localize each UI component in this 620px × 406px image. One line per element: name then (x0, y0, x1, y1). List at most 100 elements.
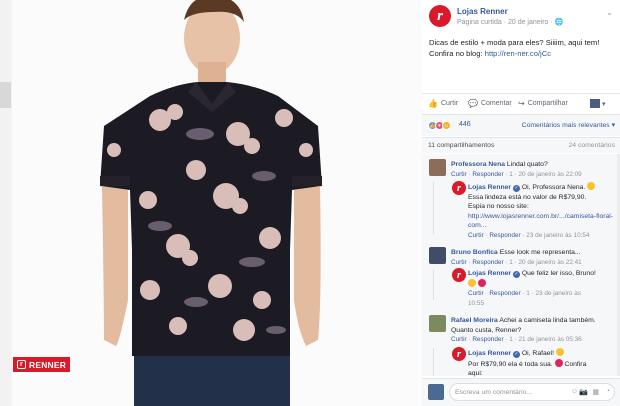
post-header: r Lojas Renner Página curtida · 20 de ja… (429, 4, 615, 30)
verified-badge-icon: ✓ (512, 185, 520, 192)
gif-icon[interactable]: ▦ (592, 388, 599, 396)
comment-author[interactable]: Professora Nena (451, 161, 505, 168)
comment-sort-dropdown[interactable]: Comentários mais relevantes ▾ (522, 121, 615, 129)
comment-meta: Curtir · Responder · 23 de janeiro às 10… (468, 231, 590, 239)
comment-input-wrapper[interactable]: ☺ 📷 ▦ ◔ (449, 383, 615, 401)
comment-reply-link[interactable]: Responder (472, 259, 503, 266)
comment-link[interactable]: http://www.lojasrenner.com.br/.../camise… (468, 213, 613, 230)
shares-count[interactable]: 11 compartilhamentos (428, 142, 494, 149)
comment-author[interactable]: Bruno Bonfica (451, 249, 498, 256)
thread-line (433, 348, 434, 376)
comment-reply-link[interactable]: Responder (489, 290, 520, 297)
comment-author[interactable]: Lojas Renner (468, 184, 511, 191)
comment: Professora Nena Lindal quato? Curtir · R… (429, 159, 615, 179)
caret-down-icon: ▾ (611, 122, 615, 129)
avatar (590, 99, 600, 108)
heart-emoji-icon (477, 278, 486, 287)
emoji-icon[interactable]: ☺ (571, 388, 578, 395)
post-text: Dicas de estilo + moda para eles? Siiiim… (429, 37, 615, 59)
avatar[interactable] (429, 315, 446, 332)
avatar[interactable]: r (452, 347, 466, 361)
comment-text: Quanto custa, Renner? (451, 326, 522, 334)
comment-text: Oi, Rafael! (521, 350, 554, 357)
comment-text: aqui: (468, 370, 483, 378)
comment-like-link[interactable]: Curtir (451, 259, 467, 266)
comment-meta: Curtir · Responder · 1 · 20 de janeiro à… (451, 170, 582, 178)
comment-meta: Curtir · Responder · 1 · 23 de janeiro à… (468, 290, 581, 307)
renner-logo-text: RENNER (29, 359, 67, 370)
comment: Rafael Moreira Achei a camiseta linda ta… (429, 315, 615, 345)
chevron-down-icon[interactable]: ⌄ (606, 8, 613, 17)
comment-reply: r Lojas Renner ✓ Oi, Rafael! Por R$79,90… (452, 347, 612, 377)
comment-text: Oi, Professora Nena. (521, 184, 586, 191)
post-as-selector[interactable]: ▾ (590, 99, 606, 108)
comment-input[interactable] (450, 384, 570, 400)
thumbs-up-icon: 👍 (428, 99, 438, 108)
comment-like-link[interactable]: Curtir (451, 171, 467, 178)
heart-emoji-icon (554, 358, 563, 367)
share-button[interactable]: ↪ Compartilhar (518, 99, 568, 108)
comment-text: Que feliz ler isso, Bruno! (521, 270, 596, 277)
post-text-prefix: Confira no blog: (429, 49, 485, 58)
post-meta: Página curtida · 20 de janeiro · 🌐 (457, 19, 564, 26)
comment-author[interactable]: Lojas Renner (468, 350, 511, 357)
avatar[interactable]: r (452, 181, 466, 195)
reaction-icons[interactable]: 👍 ♥ ☺ (428, 121, 451, 130)
post-text-line1: Dicas de estilo + moda para eles? Siiiim… (429, 38, 600, 47)
comment-reply-link[interactable]: Responder (472, 171, 503, 178)
comment-like-link[interactable]: Curtir (468, 290, 484, 297)
reactions-count[interactable]: 446 (459, 121, 471, 128)
comment-text: Por R$79,90 ela é toda sua. (468, 360, 553, 368)
smile-emoji-icon (555, 348, 564, 356)
verified-badge-icon: ✓ (512, 351, 520, 358)
shares-row: 11 compartilhamentos 24 comentários (422, 137, 620, 153)
like-button[interactable]: 👍 Curtir (428, 99, 458, 108)
avatar[interactable] (429, 247, 446, 264)
comment-button[interactable]: 💬 Comentar (468, 99, 512, 108)
haha-reaction-icon: ☺ (442, 121, 451, 130)
avatar[interactable] (429, 159, 446, 176)
page-avatar[interactable]: r (429, 5, 451, 27)
thread-line (433, 182, 434, 234)
smile-emoji-icon (587, 182, 596, 190)
comment-reply-link[interactable]: Responder (472, 336, 503, 343)
thread-line (433, 270, 434, 300)
model-image (100, 0, 322, 406)
avatar[interactable]: r (452, 268, 466, 282)
post-panel: r Lojas Renner Página curtida · 20 de ja… (422, 0, 620, 406)
reactions-bar: 👍 ♥ ☺ 446 Comentários mais relevantes ▾ (422, 114, 620, 136)
comment-reply-link[interactable]: Responder (489, 232, 520, 239)
comments-count[interactable]: 24 comentários (569, 142, 615, 149)
comments-list: Professora Nena Lindal quato? Curtir · R… (422, 154, 620, 377)
globe-icon: 🌐 (554, 19, 564, 26)
comment-like-link[interactable]: Curtir (468, 232, 484, 239)
comment-text: Essa lindeza está no valor de R$79,90. (468, 193, 587, 201)
comment-meta: Curtir · Responder · 1 · 21 de janeiro à… (451, 336, 582, 344)
comment-reply: r Lojas Renner ✓ Que feliz ler isso, Bru… (452, 268, 612, 308)
comment-icon: 💬 (468, 99, 478, 108)
comment-like-link[interactable]: Curtir (451, 336, 467, 343)
action-bar: 👍 Curtir 💬 Comentar ↪ Compartilhar ▾ (422, 93, 620, 113)
comment-composer: ☺ 📷 ▦ ◔ (422, 378, 620, 406)
comment-text: Espia no nosso site: (468, 203, 529, 211)
comment-text: Lindal quato? (506, 161, 548, 168)
camera-icon[interactable]: 📷 (579, 388, 588, 396)
comment-text: Achei a camiseta linda também. (499, 317, 596, 324)
verified-badge-icon: ✓ (512, 271, 520, 278)
renner-r-icon: r (17, 360, 26, 369)
chevron-down-icon: ▾ (602, 100, 606, 108)
comment-meta: Curtir · Responder · 1 · 20 de janeiro à… (451, 258, 582, 266)
comment-text: Esse look me representa... (499, 249, 581, 256)
comment-reply: r Lojas Renner ✓ Oi, Professora Nena. Es… (452, 181, 613, 239)
comment-author[interactable]: Rafael Moreira (451, 317, 498, 324)
renner-logo: r RENNER (13, 357, 70, 372)
share-icon: ↪ (518, 99, 525, 108)
post-photo[interactable]: r RENNER (0, 0, 422, 406)
page-name-link[interactable]: Lojas Renner (457, 7, 508, 16)
avatar (428, 384, 444, 400)
comment-author[interactable]: Lojas Renner (468, 270, 511, 277)
smile-emoji-icon (468, 278, 476, 287)
sticker-icon[interactable]: ◔ (606, 388, 610, 395)
post-link[interactable]: http://ren-ner.co/jCc (485, 49, 551, 58)
comment: Bruno Bonfica Esse look me representa...… (429, 247, 615, 267)
